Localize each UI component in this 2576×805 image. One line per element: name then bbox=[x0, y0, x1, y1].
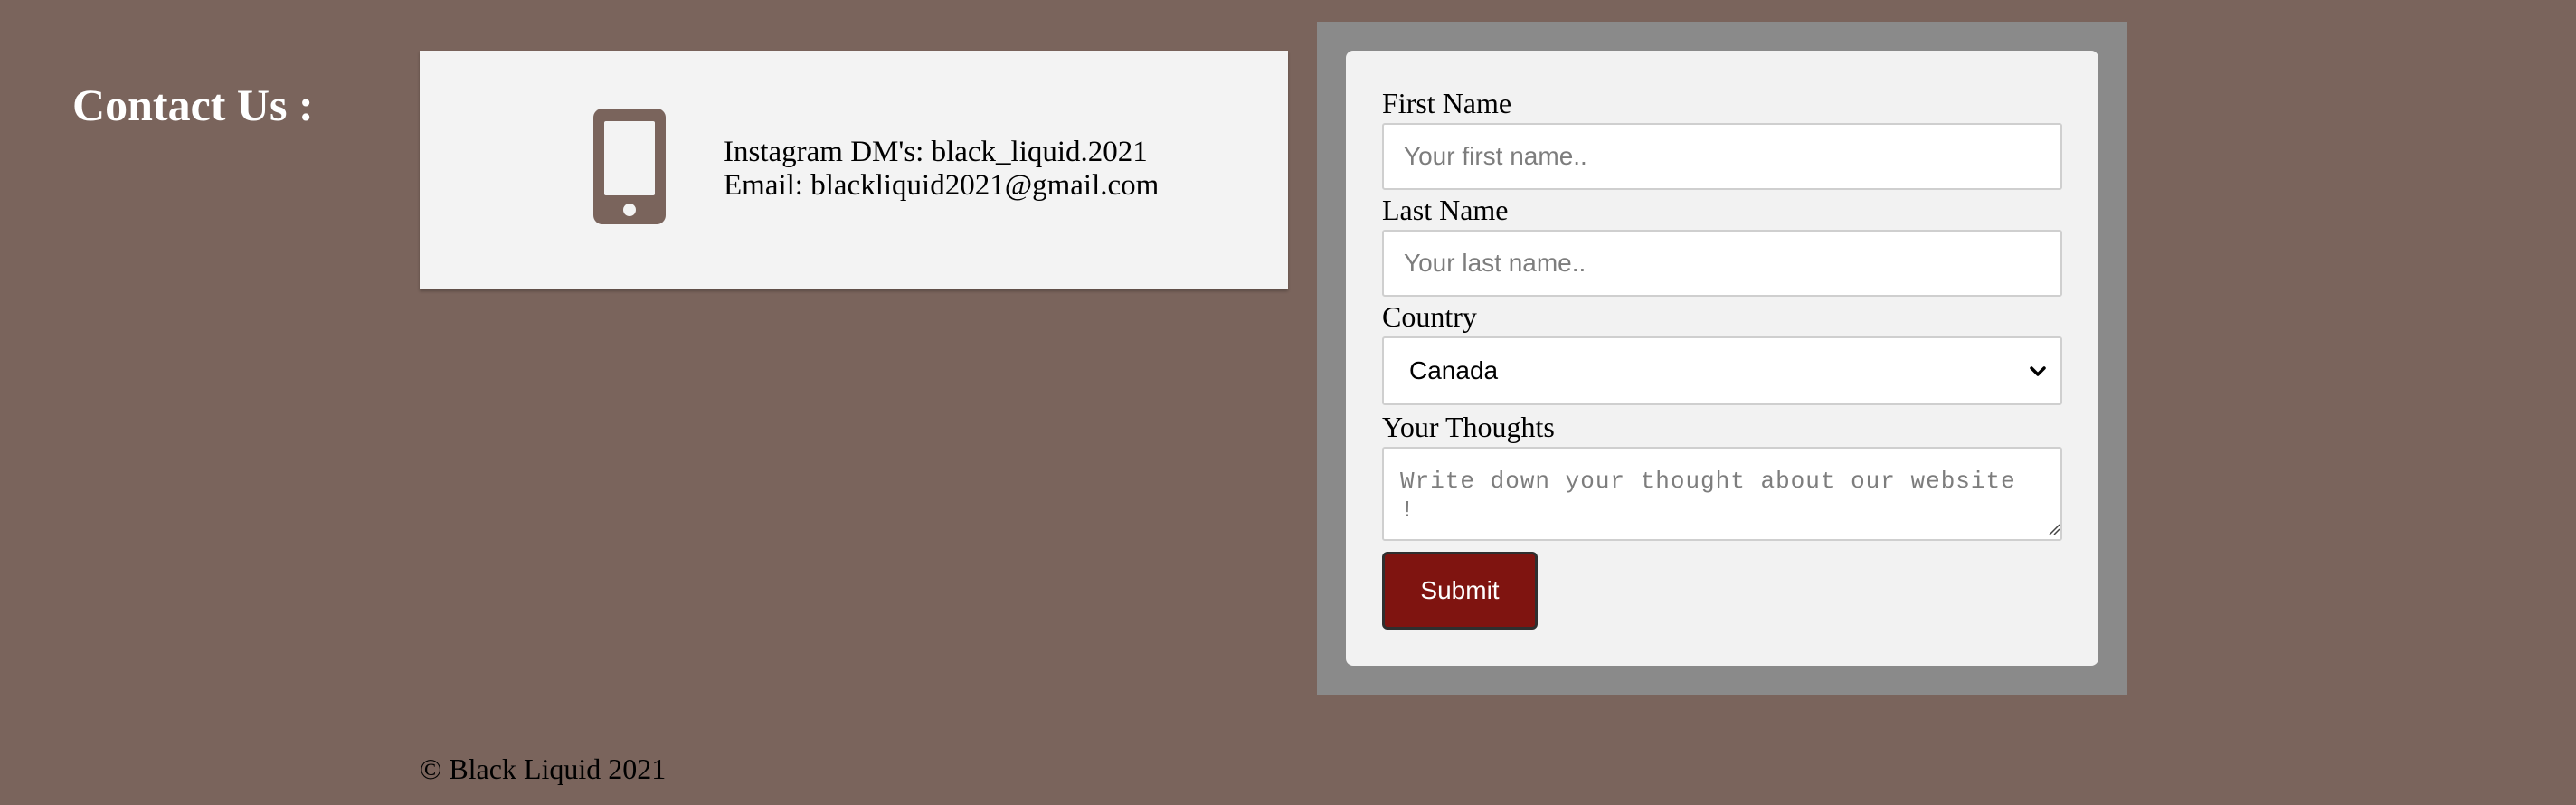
mobile-phone-icon bbox=[593, 109, 666, 224]
thoughts-label: Your Thoughts bbox=[1382, 411, 1555, 443]
country-select[interactable]: Canada bbox=[1382, 336, 2062, 405]
contact-details: Instagram DM's: black_liquid.2021 Email:… bbox=[724, 136, 1159, 203]
page-title: Contact Us : bbox=[72, 80, 314, 130]
first-name-label: First Name bbox=[1382, 87, 1512, 119]
footer-copyright: © Black Liquid 2021 bbox=[420, 753, 667, 785]
instagram-contact: Instagram DM's: black_liquid.2021 bbox=[724, 136, 1148, 168]
contact-form-frame: First Name Last Name Country Canada Your… bbox=[1317, 22, 2127, 695]
email-contact: Email: blackliquid2021@gmail.com bbox=[724, 169, 1160, 202]
resize-grip-icon[interactable] bbox=[2046, 521, 2060, 535]
last-name-label: Last Name bbox=[1382, 194, 1509, 226]
thoughts-textarea[interactable] bbox=[1382, 447, 2062, 541]
contact-info-card: Instagram DM's: black_liquid.2021 Email:… bbox=[420, 51, 1288, 289]
last-name-input[interactable] bbox=[1382, 230, 2062, 297]
country-label: Country bbox=[1382, 300, 1477, 333]
chevron-down-icon bbox=[2030, 366, 2046, 376]
contact-form: First Name Last Name Country Canada Your… bbox=[1346, 51, 2098, 666]
submit-button[interactable]: Submit bbox=[1382, 552, 1538, 630]
first-name-input[interactable] bbox=[1382, 123, 2062, 190]
country-selected-value: Canada bbox=[1409, 356, 1499, 384]
